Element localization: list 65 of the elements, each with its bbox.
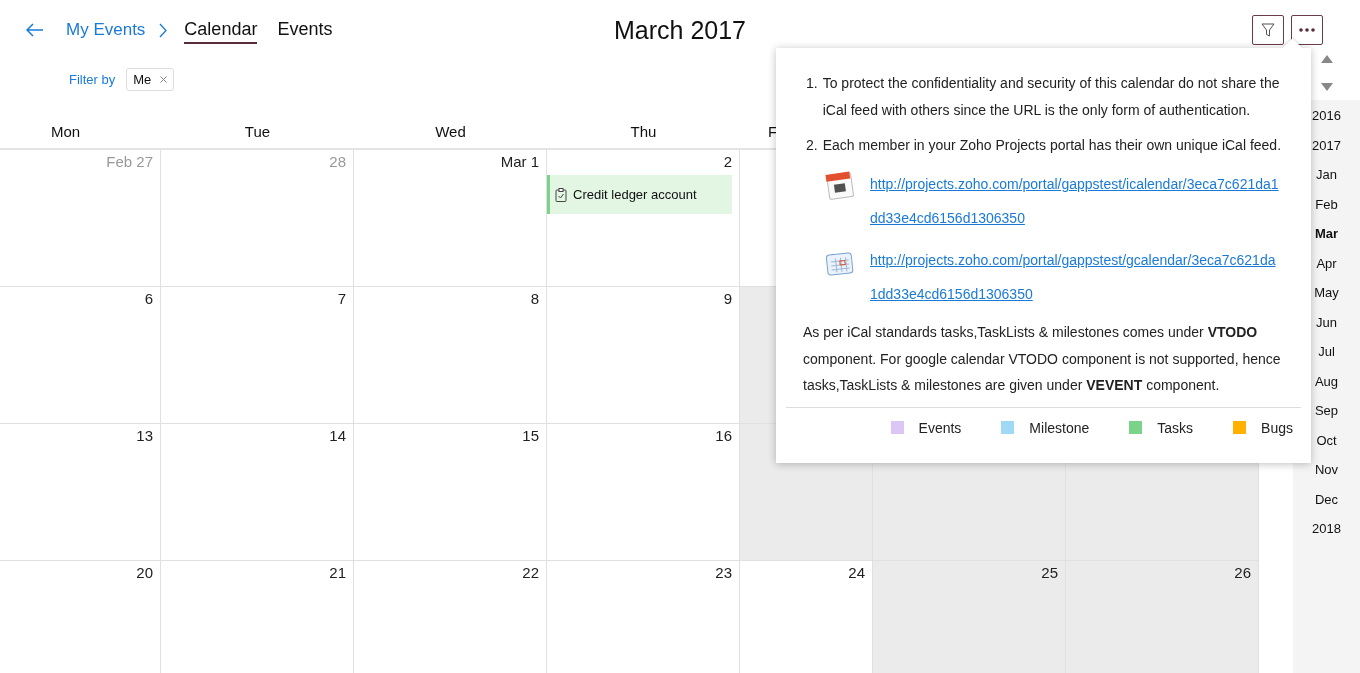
close-icon[interactable] (160, 76, 168, 83)
date-nav-item[interactable]: Aug (1314, 366, 1339, 396)
day-number: 21 (329, 564, 346, 581)
date-nav-item[interactable]: Apr (1316, 248, 1337, 278)
date-nav-item[interactable]: 2016 (1312, 101, 1341, 131)
day-number: 14 (329, 427, 346, 444)
date-nav-item[interactable]: Jan (1316, 160, 1337, 190)
date-nav-item[interactable]: Dec (1314, 484, 1339, 514)
date-nav-item[interactable]: Jul (1318, 337, 1335, 367)
more-dots-icon (1299, 28, 1315, 32)
date-nav-item[interactable]: Nov (1314, 455, 1339, 485)
day-number: 7 (337, 290, 346, 307)
date-nav-item[interactable]: 2018 (1312, 514, 1341, 544)
note-text: Each member in your Zoho Projects portal has their own unique iCal feed. (822, 136, 1282, 155)
chip-label: Me (133, 72, 152, 87)
legend-label: Events (918, 419, 962, 436)
legend-label: Milestone (1029, 419, 1090, 436)
date-nav-item[interactable]: Feb (1315, 189, 1338, 219)
day-number: 15 (522, 427, 539, 444)
note-text: To protect the confidentiality and security of this calendar do not share the iCal feed with others since the URL is the only form of authentication. (822, 74, 1281, 120)
day-number: Feb 27 (106, 153, 153, 170)
weekday-header: Thu (630, 123, 657, 140)
filter-button[interactable] (1252, 15, 1284, 45)
chevron-right-icon (159, 22, 169, 38)
day-number: 8 (530, 290, 539, 307)
view-tab[interactable]: Events (277, 16, 333, 44)
day-number: 26 (1234, 564, 1251, 581)
date-nav-item[interactable]: Jun (1316, 307, 1337, 337)
legend-label: Tasks (1157, 419, 1194, 436)
day-number: 22 (522, 564, 539, 581)
filter-icon (1261, 22, 1275, 38)
date-nav-item[interactable]: May (1314, 278, 1339, 308)
day-number: 24 (848, 564, 865, 581)
day-number: Mar 1 (500, 153, 539, 170)
day-number: 13 (136, 427, 153, 444)
view-tab[interactable]: Calendar (184, 16, 258, 44)
list-marker: 1. (806, 74, 818, 93)
breadcrumb-link[interactable]: My Events (66, 20, 146, 40)
date-nav-item[interactable]: Oct (1316, 425, 1337, 455)
list-marker: 2. (806, 136, 818, 155)
day-number: 23 (715, 564, 732, 581)
date-nav-item[interactable]: Mar (1314, 219, 1339, 249)
legend-label: Bugs (1261, 419, 1293, 436)
clipboard-check-icon (555, 187, 567, 202)
feed-link[interactable]: http://projects.zoho.com/portal/gappstest/gcalendar/3eca7c621da1dd33e4cd6156d1306350 (870, 243, 1282, 311)
day-number: 28 (329, 153, 346, 170)
day-number: 16 (715, 427, 732, 444)
day-number: 20 (136, 564, 153, 581)
more-button[interactable] (1291, 15, 1323, 45)
filter-label: Filter by (69, 72, 116, 87)
month-title: March 2017 (614, 15, 746, 45)
weekday-header: Mon (50, 123, 81, 140)
calendar-grid-icon (824, 249, 856, 277)
info-text: As per iCal standards tasks,TaskLists & milestones comes under VTODO component. For google calendar VTODO component is not supported, hence tasks,TaskLists & milestones are given under VEVENT component. (802, 323, 1282, 395)
date-nav-item[interactable]: Sep (1314, 396, 1339, 426)
weekday-header: F (768, 123, 778, 140)
weekday-header: Wed (435, 123, 466, 140)
day-number: 25 (1041, 564, 1058, 581)
event-item[interactable]: Credit ledger account (547, 175, 732, 214)
weekday-header: Tue (244, 123, 271, 140)
day-number: 9 (723, 290, 732, 307)
day-number: 6 (144, 290, 153, 307)
back-arrow-icon[interactable] (26, 23, 44, 37)
date-nav-item[interactable]: 2017 (1312, 130, 1341, 160)
day-number: 2 (723, 153, 732, 170)
